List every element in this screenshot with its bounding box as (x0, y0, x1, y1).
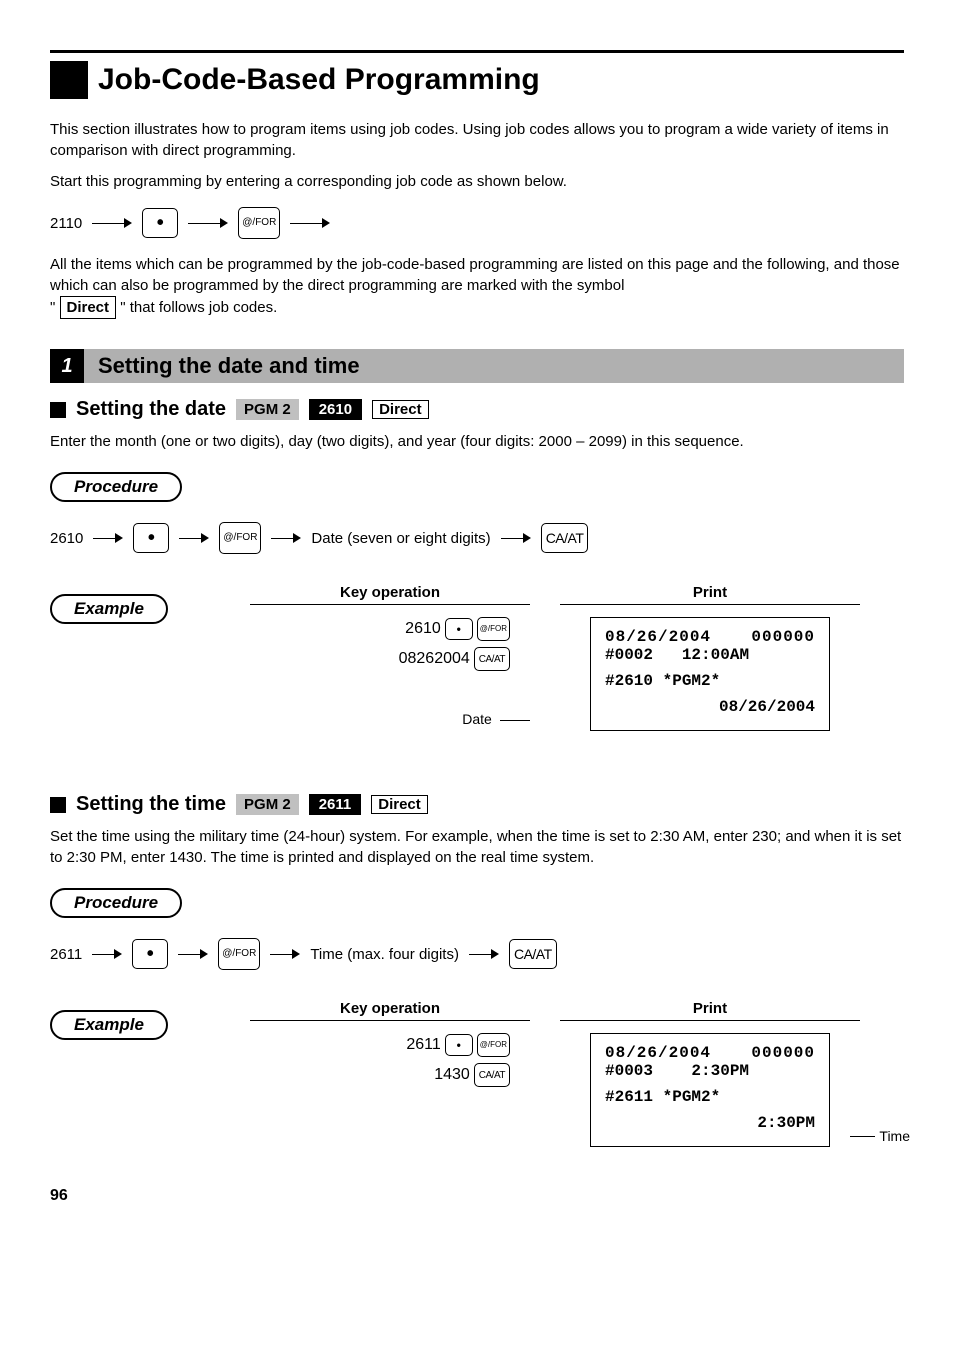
ca-at-key: CA/AT (509, 939, 557, 969)
direct-label: Direct (372, 400, 429, 419)
at-for-key: @/FOR (238, 207, 280, 239)
example-pill: Example (50, 594, 168, 624)
arrow-icon (178, 948, 208, 960)
intro-paragraph-2: Start this programming by entering a cor… (50, 171, 904, 192)
procedure-pill: Procedure (50, 888, 182, 918)
at-for-key: @/FOR (477, 1033, 510, 1057)
keyop-code-2: 08262004 (399, 650, 470, 668)
section-number: 1 (50, 349, 84, 383)
time-description: Set the time using the military time (24… (50, 826, 904, 868)
receipt-zeros: 000000 (751, 1044, 815, 1062)
keyop-code-1: 2610 (405, 620, 441, 638)
date-receipt: 08/26/2004 000000 #0002 12:00AM #2610 *PG… (590, 617, 830, 731)
arrow-icon (188, 217, 228, 229)
time-subheading: Setting the time PGM 2 2611 Direct (50, 793, 904, 816)
arrow-icon (93, 532, 123, 544)
main-heading: Job-Code-Based Programming (50, 61, 904, 99)
date-heading-text: Setting the date (76, 398, 226, 421)
quote-open: " (50, 299, 55, 316)
receipt-hashcode: #2610 (605, 672, 653, 690)
arrow-icon (179, 532, 209, 544)
dot-key: • (142, 208, 178, 238)
procedure-pill: Procedure (50, 472, 182, 502)
time-receipt: 08/26/2004 000000 #0003 2:30PM #2611 *PGM… (590, 1033, 830, 1147)
print-header: Print (560, 584, 860, 605)
at-for-key: @/FOR (218, 938, 260, 970)
ca-at-key: CA/AT (474, 1063, 510, 1087)
date-flow-text: Date (seven or eight digits) (311, 530, 490, 547)
heading-square-icon (50, 61, 88, 99)
arrow-icon (501, 532, 531, 544)
receipt-zeros: 000000 (751, 628, 815, 646)
receipt-time: 2:30PM (691, 1062, 749, 1080)
date-flow-code: 2610 (50, 530, 83, 547)
time-procedure-flow: 2611 • @/FOR Time (max. four digits) CA/… (50, 938, 904, 970)
receipt-hashcode: #2611 (605, 1088, 653, 1106)
date-keyop-lines: 2610 • @/FOR 08262004 CA/AT (250, 617, 530, 671)
keyop-header: Key operation (250, 1000, 530, 1021)
date-procedure-flow: 2610 • @/FOR Date (seven or eight digits… (50, 522, 904, 554)
pgm2-label: PGM 2 (236, 794, 299, 815)
time-flow-text: Time (max. four digits) (310, 946, 459, 963)
time-heading-text: Setting the time (76, 793, 226, 816)
square-bullet-icon (50, 402, 66, 418)
at-for-key: @/FOR (477, 617, 510, 641)
top-rule (50, 50, 904, 53)
ca-at-key: CA/AT (541, 523, 589, 553)
time-callout-label: Time (879, 1128, 910, 1144)
time-keyop-lines: 2611 • @/FOR 1430 CA/AT (250, 1033, 530, 1087)
receipt-value: 2:30PM (605, 1114, 815, 1132)
job-code-label: 2611 (309, 794, 362, 815)
receipt-hashnum: #0002 (605, 646, 653, 664)
arrow-icon (270, 948, 300, 960)
receipt-hashnum: #0003 (605, 1062, 653, 1080)
section-title: Setting the date and time (84, 349, 904, 383)
arrow-icon (469, 948, 499, 960)
date-callout-label: Date (462, 711, 492, 727)
intro-flow: 2110 • @/FOR (50, 207, 904, 239)
dot-key: • (132, 939, 168, 969)
receipt-value: 08/26/2004 (605, 698, 815, 716)
page-title: Job-Code-Based Programming (98, 63, 540, 97)
keyop-code-2: 1430 (434, 1066, 470, 1084)
page-number: 96 (50, 1187, 904, 1205)
intro-p3b: " that follows job codes. (120, 299, 277, 316)
ca-at-key: CA/AT (474, 647, 510, 671)
arrow-icon (290, 217, 330, 229)
keyop-code-1: 2611 (406, 1036, 440, 1054)
arrow-icon (92, 217, 132, 229)
pgm2-label: PGM 2 (236, 399, 299, 420)
receipt-date: 08/26/2004 (605, 628, 711, 646)
arrow-icon (271, 532, 301, 544)
square-bullet-icon (50, 797, 66, 813)
intro-flow-code: 2110 (50, 215, 82, 232)
section-1-bar: 1 Setting the date and time (50, 349, 904, 383)
receipt-pgm: *PGM2* (663, 672, 721, 690)
print-header: Print (560, 1000, 860, 1021)
intro-paragraph-1: This section illustrates how to program … (50, 119, 904, 161)
date-description: Enter the month (one or two digits), day… (50, 431, 904, 452)
receipt-time: 12:00AM (682, 646, 749, 664)
dot-key: • (133, 523, 169, 553)
job-code-label: 2610 (309, 399, 362, 420)
receipt-pgm: *PGM2* (663, 1088, 721, 1106)
date-example-row: Example Key operation 2610 • @/FOR 08262… (50, 584, 904, 731)
keyop-header: Key operation (250, 584, 530, 605)
direct-label: Direct (60, 296, 117, 319)
direct-label: Direct (371, 795, 428, 814)
at-for-key: @/FOR (219, 522, 261, 554)
time-flow-code: 2611 (50, 946, 82, 963)
date-subheading: Setting the date PGM 2 2610 Direct (50, 398, 904, 421)
intro-p3a: All the items which can be programmed by… (50, 256, 900, 294)
time-example-row: Example Key operation 2611 • @/FOR 1430 … (50, 1000, 904, 1147)
dot-key: • (445, 1034, 473, 1056)
example-pill: Example (50, 1010, 168, 1040)
intro-paragraph-3: All the items which can be programmed by… (50, 254, 904, 319)
receipt-date: 08/26/2004 (605, 1044, 711, 1062)
dot-key: • (445, 618, 473, 640)
arrow-icon (92, 948, 122, 960)
